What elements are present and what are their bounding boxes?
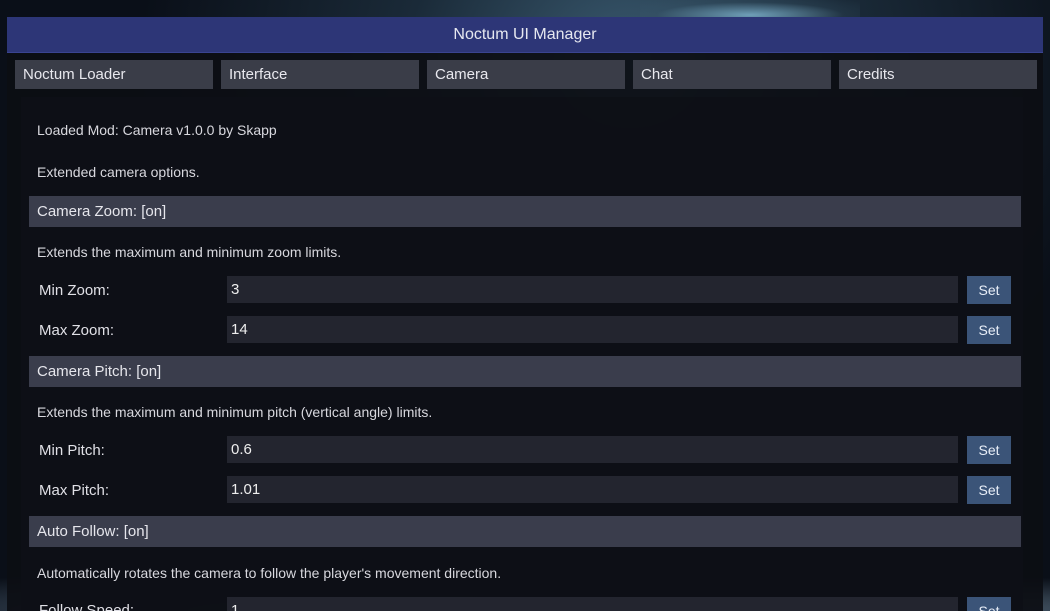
min-zoom-label: Min Zoom: [39, 282, 110, 299]
section-header-auto-follow[interactable]: Auto Follow: [on] [29, 516, 1021, 547]
tab-interface[interactable]: Interface [221, 60, 419, 89]
max-zoom-label: Max Zoom: [39, 322, 115, 339]
tab-bar: Noctum Loader Interface Camera Chat Cred… [15, 60, 1037, 89]
follow-speed-set-button[interactable]: Set [967, 597, 1011, 611]
max-pitch-label: Max Pitch: [39, 482, 110, 499]
max-pitch-set-button[interactable]: Set [967, 476, 1011, 504]
tab-noctum-loader[interactable]: Noctum Loader [15, 60, 213, 89]
mod-description: Extended camera options. [37, 164, 200, 180]
tab-chat[interactable]: Chat [633, 60, 831, 89]
window-title: Noctum UI Manager [7, 17, 1043, 53]
section-description-auto-follow: Automatically rotates the camera to foll… [37, 565, 502, 581]
min-zoom-input[interactable] [227, 276, 958, 303]
min-pitch-label: Min Pitch: [39, 442, 105, 459]
ui-manager-window: Noctum UI Manager Noctum Loader Interfac… [7, 17, 1043, 611]
max-pitch-input[interactable] [227, 476, 958, 503]
min-pitch-set-button[interactable]: Set [967, 436, 1011, 464]
section-header-camera-pitch[interactable]: Camera Pitch: [on] [29, 356, 1021, 387]
section-description-camera-zoom: Extends the maximum and minimum zoom lim… [37, 244, 342, 260]
max-zoom-input[interactable] [227, 316, 958, 343]
max-zoom-set-button[interactable]: Set [967, 316, 1011, 344]
min-pitch-input[interactable] [227, 436, 958, 463]
loaded-mod-info: Loaded Mod: Camera v1.0.0 by Skapp [37, 122, 277, 138]
section-header-camera-zoom[interactable]: Camera Zoom: [on] [29, 196, 1021, 227]
tab-credits[interactable]: Credits [839, 60, 1037, 89]
follow-speed-input[interactable] [227, 597, 958, 611]
follow-speed-label: Follow Speed: [39, 602, 135, 611]
min-zoom-set-button[interactable]: Set [967, 276, 1011, 304]
section-description-camera-pitch: Extends the maximum and minimum pitch (v… [37, 404, 433, 420]
content-panel[interactable]: Loaded Mod: Camera v1.0.0 by Skapp Exten… [21, 97, 1023, 611]
tab-camera[interactable]: Camera [427, 60, 625, 89]
